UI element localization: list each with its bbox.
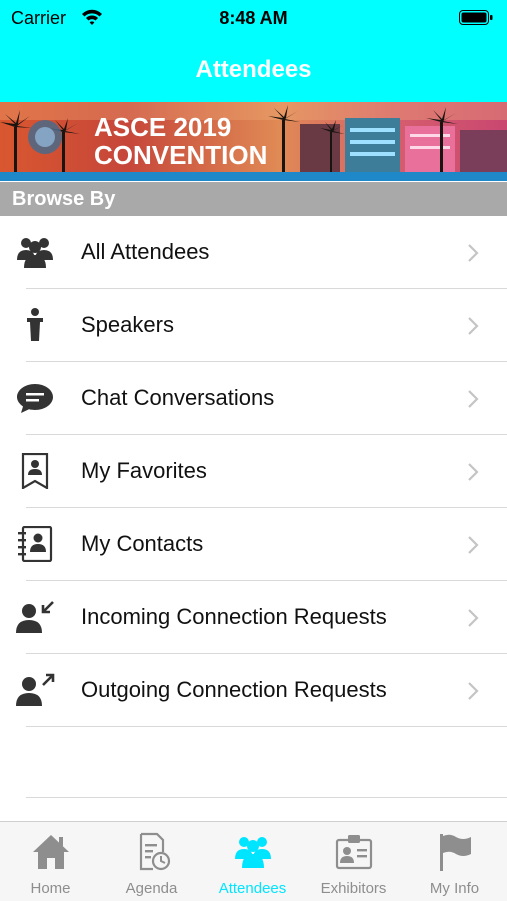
tab-home[interactable]: Home bbox=[0, 822, 101, 901]
banner-title-line1: ASCE 2019 bbox=[94, 112, 231, 142]
list-item-my-contacts[interactable]: My Contacts bbox=[0, 508, 507, 581]
row-divider bbox=[26, 726, 507, 727]
banner-title-line2: CONVENTION bbox=[94, 140, 267, 170]
tab-label: Home bbox=[30, 880, 71, 897]
tab-agenda[interactable]: Agenda bbox=[101, 822, 202, 901]
tab-exhibitors[interactable]: Exhibitors bbox=[303, 822, 404, 901]
chevron-right-icon bbox=[468, 463, 479, 481]
exhibitors-badge-icon bbox=[335, 835, 373, 870]
page-title: Attendees bbox=[195, 56, 312, 83]
list-item-speakers[interactable]: Speakers bbox=[0, 289, 507, 362]
tab-bar: Home Agenda Attendees Exhibitors My Info bbox=[0, 821, 507, 901]
list-item-label: Outgoing Connection Requests bbox=[81, 677, 387, 702]
list-item-chat-conversations[interactable]: Chat Conversations bbox=[0, 362, 507, 435]
chevron-right-icon bbox=[468, 536, 479, 554]
home-icon bbox=[33, 835, 69, 869]
tab-attendees[interactable]: Attendees bbox=[202, 822, 303, 901]
banner-divider bbox=[0, 172, 507, 181]
battery-icon bbox=[459, 10, 493, 25]
list-item-label: Incoming Connection Requests bbox=[81, 604, 387, 629]
podium-speaker-icon bbox=[27, 308, 43, 341]
banner-image: ASCE 2019 CONVENTION bbox=[0, 102, 507, 172]
chevron-right-icon bbox=[468, 317, 479, 335]
clock-time: 8:48 AM bbox=[219, 8, 288, 28]
list-item-label: My Contacts bbox=[81, 531, 204, 556]
attendees-group-icon bbox=[235, 837, 271, 868]
bookmark-person-icon bbox=[21, 453, 49, 489]
list-item-label: Speakers bbox=[81, 312, 174, 337]
tab-label: Exhibitors bbox=[320, 880, 387, 897]
tab-my-info[interactable]: My Info bbox=[404, 822, 505, 901]
list-item-all-attendees[interactable]: All Attendees bbox=[0, 216, 507, 289]
list-end-divider bbox=[26, 797, 507, 798]
status-bar: Carrier 8:48 AM bbox=[0, 0, 507, 38]
list-item-outgoing-connection-requests[interactable]: Outgoing Connection Requests bbox=[0, 654, 507, 727]
person-outgoing-arrow-icon bbox=[16, 673, 55, 706]
list-item-label: My Favorites bbox=[81, 458, 207, 483]
navigation-bar: Attendees bbox=[0, 38, 507, 102]
convention-banner: ASCE 2019 CONVENTION bbox=[0, 102, 507, 172]
person-incoming-arrow-icon bbox=[16, 601, 54, 633]
chevron-right-icon bbox=[468, 682, 479, 700]
flag-icon bbox=[440, 834, 471, 871]
chevron-right-icon bbox=[468, 390, 479, 408]
group-icon bbox=[17, 238, 53, 268]
browse-list: All Attendees Speakers Chat Conversation… bbox=[0, 216, 507, 727]
tab-label: Agenda bbox=[125, 880, 178, 897]
agenda-clock-icon bbox=[139, 832, 171, 871]
list-item-label: Chat Conversations bbox=[81, 385, 275, 410]
tab-label: Attendees bbox=[218, 880, 287, 897]
list-item-my-favorites[interactable]: My Favorites bbox=[0, 435, 507, 508]
section-header-label: Browse By bbox=[12, 188, 116, 210]
chat-bubble-icon bbox=[17, 384, 53, 413]
browse-by-header: Browse By bbox=[0, 182, 507, 216]
list-item-incoming-connection-requests[interactable]: Incoming Connection Requests bbox=[0, 581, 507, 654]
list-item-label: All Attendees bbox=[81, 239, 210, 264]
chevron-right-icon bbox=[468, 609, 479, 627]
chevron-right-icon bbox=[468, 244, 479, 262]
tab-label: My Info bbox=[429, 880, 480, 897]
address-book-icon bbox=[18, 526, 53, 562]
